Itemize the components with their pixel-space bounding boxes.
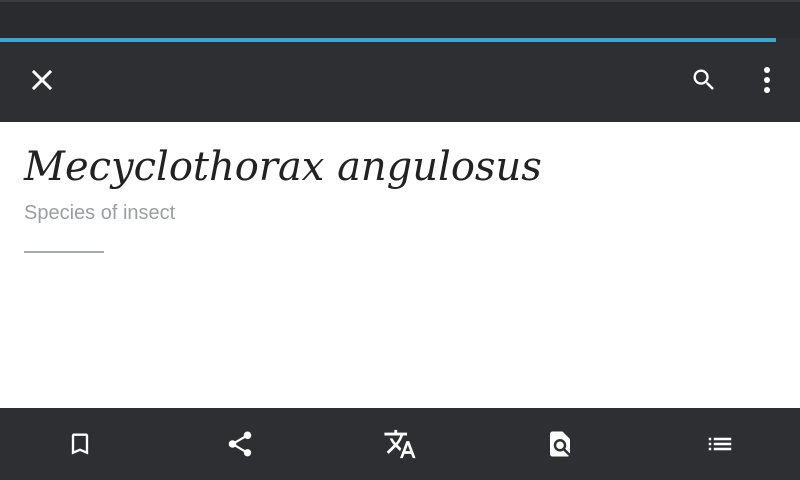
toolbar	[0, 42, 800, 122]
bookmark-button[interactable]	[0, 408, 160, 480]
page-description: Species of insect	[24, 202, 176, 224]
overflow-menu-button[interactable]	[739, 52, 795, 108]
table-of-contents-icon	[708, 437, 732, 451]
translate-icon	[384, 429, 416, 459]
share-button[interactable]	[160, 408, 320, 480]
article-content: Mecyclothorax angulosus Species of insec…	[0, 122, 800, 408]
bookmark-icon	[71, 433, 89, 455]
close-button[interactable]	[14, 52, 70, 108]
title-divider	[24, 251, 104, 253]
bottom-action-bar	[0, 408, 800, 480]
close-icon	[31, 69, 53, 91]
table-of-contents-button[interactable]	[640, 408, 800, 480]
more-vertical-icon	[764, 67, 770, 93]
find-in-page-button[interactable]	[480, 408, 640, 480]
search-icon	[693, 69, 714, 90]
status-bar	[0, 0, 800, 38]
search-button[interactable]	[676, 52, 732, 108]
translate-button[interactable]	[320, 408, 480, 480]
share-icon	[228, 431, 252, 457]
page-title: Mecyclothorax angulosus	[24, 144, 542, 190]
find-in-page-icon	[550, 431, 570, 457]
